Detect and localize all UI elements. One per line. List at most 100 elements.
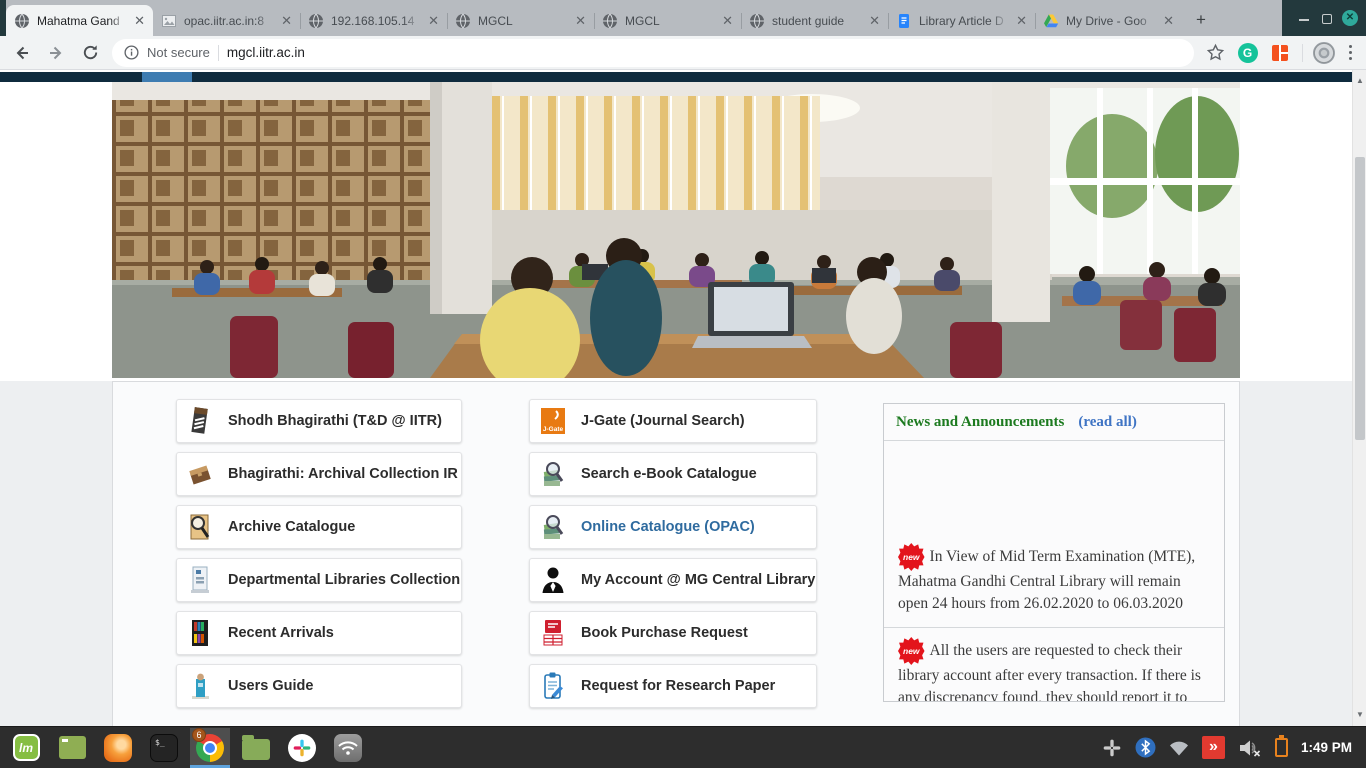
link-shodh-bhagirathi[interactable]: Shodh Bhagirathi (T&D @ IITR)	[176, 399, 462, 443]
link-request-research-paper[interactable]: Request for Research Paper	[529, 664, 817, 708]
tab-close-icon[interactable]: ✕	[281, 14, 292, 27]
tab-mahatma-gandhi[interactable]: Mahatma Gand ✕	[6, 5, 153, 36]
mint-logo-icon: lm	[13, 734, 40, 761]
url-text: mgcl.iitr.ac.in	[227, 45, 305, 60]
jgate-icon: J-Gate	[540, 406, 566, 436]
scrollbar-thumb[interactable]	[1355, 157, 1365, 440]
bookmark-star-button[interactable]	[1204, 41, 1228, 65]
scroll-down-arrow[interactable]: ▼	[1353, 708, 1366, 722]
profile-avatar[interactable]	[1313, 42, 1335, 64]
link-label: J-Gate (Journal Search)	[581, 413, 745, 429]
forward-arrow-icon	[46, 43, 66, 63]
archive-box-icon	[187, 459, 213, 489]
grammarly-extension-icon[interactable]: G	[1238, 43, 1258, 63]
link-departmental-libraries[interactable]: Departmental Libraries Collection	[176, 558, 462, 602]
slack-tray-icon[interactable]	[1102, 738, 1122, 758]
file-manager-launcher[interactable]	[236, 728, 276, 768]
firefox-launcher[interactable]	[98, 728, 138, 768]
forward-button[interactable]	[44, 41, 68, 65]
tab-my-drive[interactable]: My Drive - Goo ✕	[1035, 5, 1182, 36]
new-tab-button[interactable]: +	[1188, 7, 1214, 33]
link-online-catalogue-opac[interactable]: Online Catalogue (OPAC)	[529, 505, 817, 549]
tab-mgcl-2[interactable]: MGCL ✕	[594, 5, 741, 36]
restore-button[interactable]	[1320, 12, 1332, 24]
navbar-active-item[interactable]	[142, 72, 192, 82]
tab-title: 192.168.105.14	[331, 14, 421, 28]
quick-links-middle-column: J-Gate J-Gate (Journal Search) Search e-…	[529, 399, 817, 717]
news-item-text: All the users are requested to check the…	[898, 642, 1201, 702]
link-label: Online Catalogue (OPAC)	[581, 519, 755, 535]
link-book-purchase-request[interactable]: Book Purchase Request	[529, 611, 817, 655]
globe-icon	[602, 13, 618, 29]
url-separator	[218, 45, 219, 61]
image-placeholder-icon	[161, 13, 177, 29]
link-bhagirathi-archival[interactable]: Bhagirathi: Archival Collection IR	[176, 452, 462, 496]
site-navbar-partial	[0, 72, 1352, 82]
terminal-launcher[interactable]: $_	[144, 728, 184, 768]
show-desktop-button[interactable]	[52, 728, 92, 768]
tab-mgcl-1[interactable]: MGCL ✕	[447, 5, 594, 36]
extension-icon[interactable]	[1268, 41, 1292, 65]
back-arrow-icon	[12, 43, 32, 63]
tab-ip-address[interactable]: 192.168.105.14 ✕	[300, 5, 447, 36]
link-jgate[interactable]: J-Gate J-Gate (Journal Search)	[529, 399, 817, 443]
volume-muted-icon[interactable]	[1238, 738, 1262, 758]
link-label: Book Purchase Request	[581, 625, 748, 641]
link-search-ebook-catalogue[interactable]: Search e-Book Catalogue	[529, 452, 817, 496]
desktop-window-icon	[59, 736, 86, 759]
library-hall-photo	[112, 82, 1240, 378]
tab-title: Library Article D	[919, 14, 1009, 28]
google-drive-icon	[1043, 13, 1059, 29]
new-badge: new	[898, 637, 925, 665]
tab-close-icon[interactable]: ✕	[1016, 14, 1027, 27]
minimize-button[interactable]	[1298, 12, 1310, 24]
back-button[interactable]	[10, 41, 34, 65]
tab-title: My Drive - Goo	[1066, 14, 1156, 28]
user-silhouette-icon	[540, 565, 566, 595]
tab-student-guide[interactable]: student guide ✕	[741, 5, 888, 36]
news-panel: News and Announcements (read all) newIn …	[883, 403, 1225, 702]
link-my-account[interactable]: My Account @ MG Central Library	[529, 558, 817, 602]
bookshelf-icon	[187, 618, 213, 648]
link-users-guide[interactable]: Users Guide	[176, 664, 462, 708]
mint-menu-button[interactable]: lm	[6, 728, 46, 768]
reload-icon	[81, 43, 100, 62]
scroll-up-arrow[interactable]: ▲	[1353, 74, 1366, 88]
read-all-link[interactable]: (read all)	[1078, 414, 1136, 431]
system-tray: » 1:49 PM	[1102, 736, 1360, 759]
network-tool-launcher[interactable]	[328, 728, 368, 768]
taskbar-clock[interactable]: 1:49 PM	[1301, 740, 1352, 755]
bluetooth-icon[interactable]	[1135, 737, 1156, 758]
chrome-window-count-badge: 6	[192, 728, 206, 742]
star-icon	[1206, 43, 1225, 62]
link-archive-catalogue[interactable]: Archive Catalogue	[176, 505, 462, 549]
battery-icon[interactable]	[1275, 738, 1288, 757]
globe-icon	[14, 13, 30, 29]
chrome-launcher[interactable]: 6	[190, 728, 230, 768]
tab-close-icon[interactable]: ✕	[134, 14, 145, 27]
taskbar: lm $_ 6	[0, 726, 1366, 768]
tab-close-icon[interactable]: ✕	[428, 14, 439, 27]
link-recent-arrivals[interactable]: Recent Arrivals	[176, 611, 462, 655]
slack-launcher[interactable]	[282, 728, 322, 768]
reload-button[interactable]	[78, 41, 102, 65]
tab-title: MGCL	[478, 14, 568, 28]
tab-library-article[interactable]: Library Article D ✕	[888, 5, 1035, 36]
news-item-text: In View of Mid Term Examination (MTE), M…	[898, 548, 1195, 612]
close-button[interactable]: ✕	[1342, 10, 1358, 26]
browser-menu-button[interactable]	[1345, 41, 1357, 65]
tab-close-icon[interactable]: ✕	[1163, 14, 1174, 27]
tab-close-icon[interactable]: ✕	[575, 14, 586, 27]
wifi-app-icon	[334, 734, 362, 762]
tab-title: student guide	[772, 14, 862, 28]
tab-close-icon[interactable]: ✕	[869, 14, 880, 27]
page-scrollbar[interactable]: ▲ ▼	[1352, 70, 1366, 726]
tab-close-icon[interactable]: ✕	[722, 14, 733, 27]
link-label: Request for Research Paper	[581, 678, 775, 694]
address-bar[interactable]: Not secure mgcl.iitr.ac.in	[112, 39, 1194, 67]
anydesk-icon[interactable]: »	[1202, 736, 1225, 759]
network-wifi-icon[interactable]	[1169, 740, 1189, 756]
link-label: Bhagirathi: Archival Collection IR	[228, 466, 458, 482]
tab-opac[interactable]: opac.iitr.ac.in:8 ✕	[153, 5, 300, 36]
link-label: Archive Catalogue	[228, 519, 355, 535]
